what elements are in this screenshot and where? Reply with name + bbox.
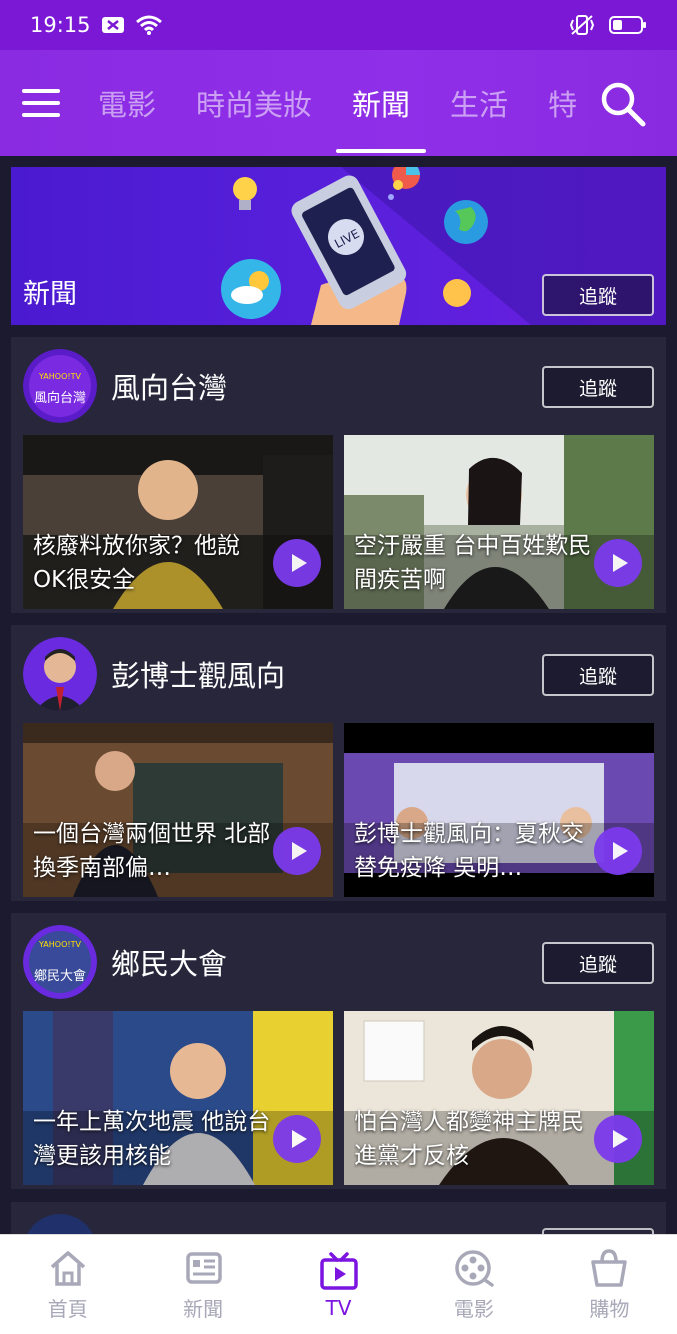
- channel-avatar[interactable]: [23, 637, 97, 711]
- banner-follow-button[interactable]: 追蹤: [542, 274, 654, 316]
- video-title: 怕台灣人都變神主牌民進黨才反核: [354, 1109, 584, 1169]
- video-title: 一個台灣兩個世界 北部換季南部偏…: [33, 821, 271, 881]
- category-tabs: 電影 時尚美妝 新聞 生活 特: [82, 50, 677, 156]
- play-icon[interactable]: [273, 1115, 321, 1163]
- channel-avatar-text: 鄉民大會: [33, 969, 86, 984]
- battery-icon: [609, 15, 647, 35]
- bottom-nav-home[interactable]: 首頁: [0, 1235, 135, 1334]
- svg-text:YAHOO!TV: YAHOO!TV: [38, 940, 81, 949]
- hamburger-icon: [22, 85, 60, 121]
- video-card[interactable]: 核廢料放你家？他說OK很安全: [23, 435, 333, 609]
- bottom-nav-label: 新聞: [183, 1297, 224, 1321]
- channel-follow-button[interactable]: 追蹤: [542, 366, 654, 408]
- home-icon: [50, 1251, 85, 1286]
- play-icon[interactable]: [594, 1115, 642, 1163]
- search-icon[interactable]: [599, 80, 647, 128]
- svg-text:YAHOO!TV: YAHOO!TV: [38, 372, 81, 381]
- bottom-nav-label: 購物: [589, 1297, 630, 1321]
- channel-section: YAHOO!TV 風向台灣 風向台灣 追蹤 核廢料放你家？他說OK很安全 空汙嚴…: [11, 337, 666, 613]
- channel-avatar-text: 風向台灣: [33, 391, 86, 406]
- bottom-nav-news[interactable]: 新聞: [135, 1235, 270, 1334]
- channel-follow-button[interactable]: 追蹤: [542, 942, 654, 984]
- bottom-nav-shopping[interactable]: 購物: [542, 1235, 677, 1334]
- channel-name[interactable]: 彭博士觀風向: [111, 653, 285, 695]
- news-icon: [186, 1252, 222, 1284]
- channel-follow-button[interactable]: 追蹤: [542, 654, 654, 696]
- status-time: 19:15: [30, 13, 91, 37]
- video-card[interactable]: 一年上萬次地震 他說台灣更該用核能: [23, 1011, 333, 1185]
- video-title: 空汙嚴重 台中百姓歎民間疾苦啊: [354, 533, 592, 593]
- channel-section: YAHOO!TV 鄉民大會 鄉民大會 追蹤 一年上萬次地震 他說台灣更該用核能 …: [11, 913, 666, 1189]
- bottom-nav-movies[interactable]: 電影: [406, 1235, 541, 1334]
- tab-fashion-beauty[interactable]: 時尚美妝: [196, 50, 312, 156]
- menu-button[interactable]: [0, 50, 82, 156]
- tab-life[interactable]: 生活: [450, 50, 508, 156]
- top-nav: 電影 時尚美妝 新聞 生活 特: [0, 50, 677, 156]
- vibrate-icon: [569, 14, 595, 36]
- bottom-nav-label: 電影: [453, 1297, 494, 1321]
- banner-title: 新聞: [23, 279, 77, 310]
- play-icon[interactable]: [273, 539, 321, 587]
- channel-section: 彭博士觀風向 追蹤 一個台灣兩個世界 北部換季南部偏… 彭博士觀風向：夏秋交替免…: [11, 625, 666, 901]
- video-card[interactable]: 彭博士觀風向：夏秋交替免疫降 吳明…: [344, 723, 654, 897]
- play-icon[interactable]: [594, 539, 642, 587]
- channel-avatar[interactable]: YAHOO!TV 風向台灣: [23, 349, 97, 423]
- wifi-icon: [135, 14, 163, 36]
- film-reel-icon: [455, 1250, 494, 1287]
- bottom-nav-label: 首頁: [47, 1297, 88, 1321]
- video-card[interactable]: 一個台灣兩個世界 北部換季南部偏…: [23, 723, 333, 897]
- channel-avatar[interactable]: YAHOO!TV 鄉民大會: [23, 925, 97, 999]
- video-title: 核廢料放你家？他說OK很安全: [33, 533, 240, 593]
- video-title: 彭博士觀風向：夏秋交替免疫降 吳明…: [354, 821, 584, 881]
- video-card[interactable]: 空汙嚴重 台中百姓歎民間疾苦啊: [344, 435, 654, 609]
- video-card[interactable]: 怕台灣人都變神主牌民進黨才反核: [344, 1011, 654, 1185]
- notification-icon: [101, 16, 125, 34]
- channel-name[interactable]: 鄉民大會: [111, 941, 227, 983]
- shopping-bag-icon: [591, 1249, 628, 1287]
- video-title: 一年上萬次地震 他說台灣更該用核能: [33, 1109, 271, 1169]
- tab-movies[interactable]: 電影: [98, 50, 156, 156]
- tab-special[interactable]: 特: [548, 50, 577, 156]
- tab-news[interactable]: 新聞: [336, 50, 427, 156]
- channel-name[interactable]: 風向台灣: [111, 365, 227, 407]
- play-icon[interactable]: [594, 827, 642, 875]
- bottom-nav: 首頁 新聞 TV 電影 購物: [0, 1234, 677, 1334]
- play-icon[interactable]: [273, 827, 321, 875]
- tv-icon: [319, 1251, 358, 1290]
- news-banner[interactable]: LIVE 新聞 追蹤: [11, 167, 666, 325]
- bottom-nav-tv[interactable]: TV: [271, 1235, 406, 1334]
- status-bar: 19:15: [0, 0, 677, 50]
- bottom-nav-label: TV: [325, 1295, 352, 1320]
